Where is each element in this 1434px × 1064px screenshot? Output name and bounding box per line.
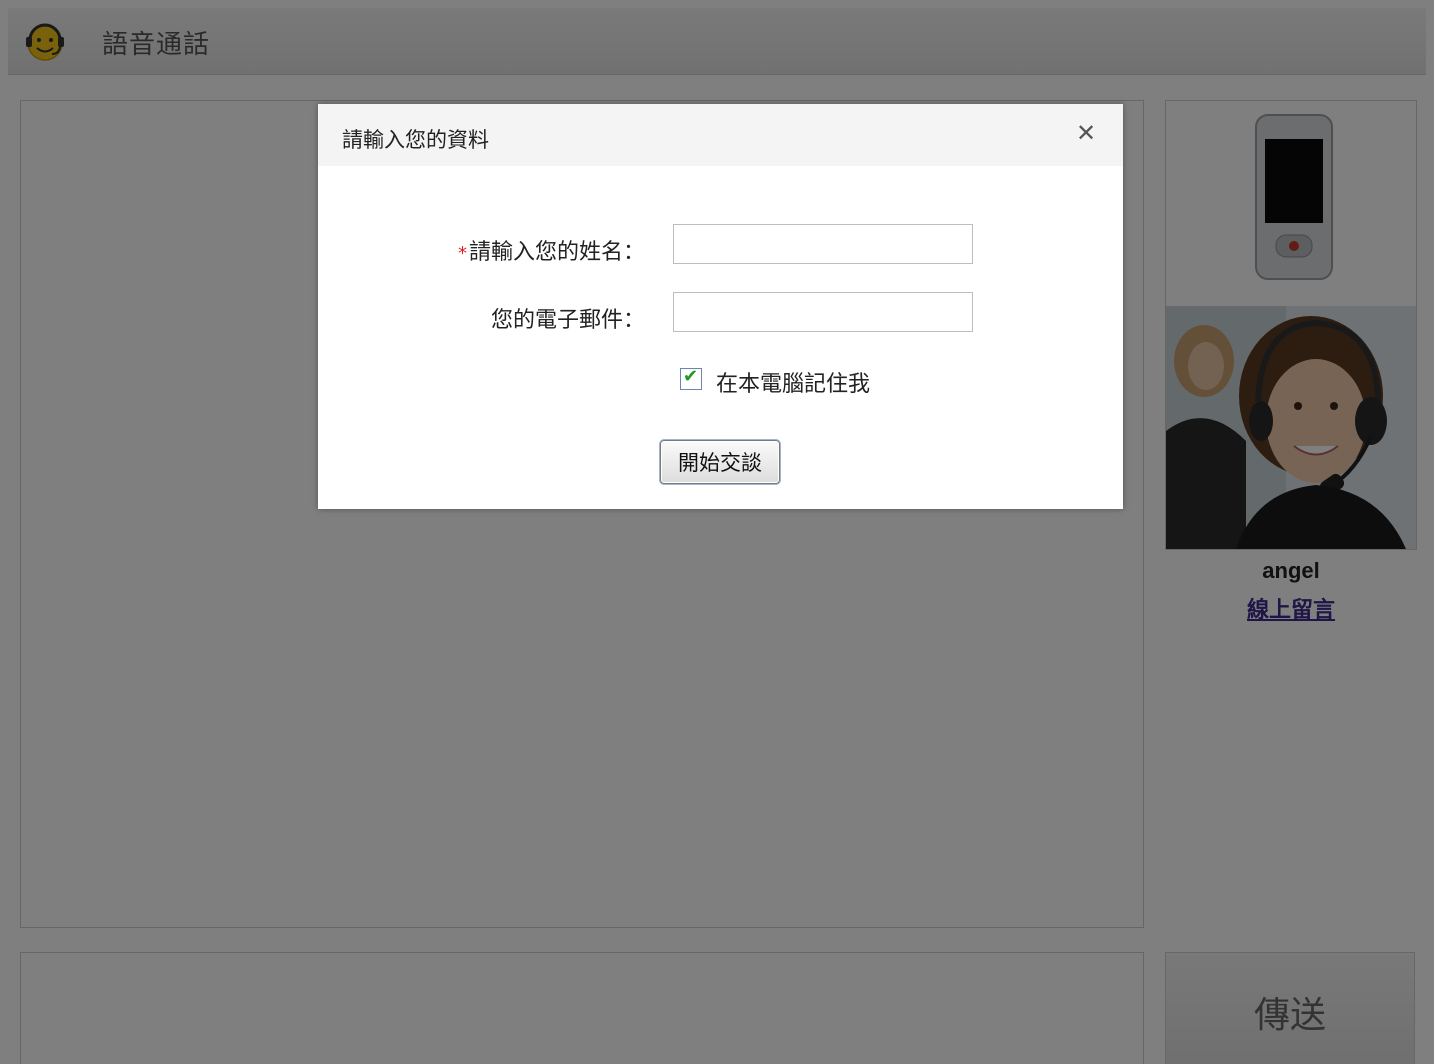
name-label-group: *請輸入您的姓名： (458, 234, 645, 266)
remember-me-checkbox[interactable]: ✔ (680, 366, 702, 390)
start-chat-button[interactable]: 開始交談 (660, 440, 780, 484)
close-icon[interactable]: ✕ (1071, 118, 1101, 148)
name-row: *請輸入您的姓名： (318, 224, 1123, 270)
voice-call-app: 語音通話 (0, 0, 1434, 1064)
name-input[interactable] (673, 224, 973, 264)
check-mark-icon: ✔ (683, 366, 699, 387)
required-mark: * (457, 243, 467, 264)
email-row: 您的電子郵件： (318, 292, 1123, 338)
dialog-header: 請輸入您的資料 ✕ (318, 104, 1123, 166)
name-label: 請輸入您的姓名： (468, 240, 645, 265)
remember-me-label[interactable]: 在本電腦記住我 (716, 366, 870, 398)
email-input[interactable] (673, 292, 973, 332)
email-label: 您的電子郵件： (490, 308, 645, 333)
dialog-title: 請輸入您的資料 (342, 128, 489, 152)
info-dialog: 請輸入您的資料 ✕ *請輸入您的姓名： 您的電子郵件： ✔ 在本電腦記住我 開始… (318, 104, 1123, 509)
